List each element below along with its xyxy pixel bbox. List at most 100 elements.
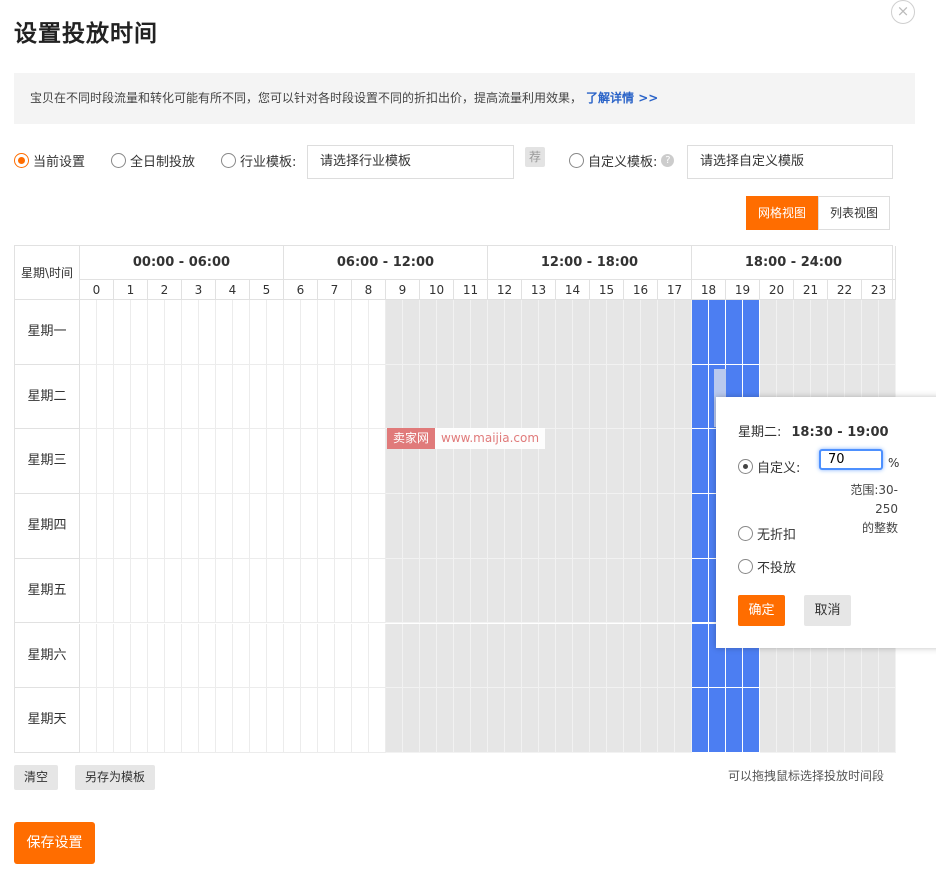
time-slot-cell[interactable] [318,494,352,559]
half-hour-slot[interactable] [488,558,505,623]
popup-option-no-delivery[interactable]: 不投放 [738,557,796,576]
half-hour-slot[interactable] [80,300,97,364]
half-hour-slot[interactable] [641,365,658,429]
time-slot-cell[interactable] [318,623,352,689]
half-hour-slot[interactable] [369,624,386,688]
time-slot-cell[interactable] [454,558,488,624]
half-hour-slot[interactable] [420,558,437,623]
time-slot-cell[interactable] [420,364,454,430]
half-hour-slot[interactable] [233,429,250,493]
time-slot-cell[interactable] [488,494,522,559]
half-hour-slot[interactable] [539,559,556,623]
time-slot-cell[interactable] [284,558,318,624]
time-slot-cell[interactable] [658,623,692,689]
half-hour-slot[interactable] [199,688,216,752]
half-hour-slot[interactable] [131,688,148,752]
half-hour-slot[interactable] [641,624,658,688]
time-slot-cell[interactable] [556,623,590,689]
half-hour-slot[interactable] [301,365,318,429]
time-slot-cell[interactable] [522,494,556,559]
half-hour-slot[interactable] [148,300,165,364]
half-hour-slot[interactable] [675,624,692,688]
half-hour-slot[interactable] [301,429,318,493]
time-slot-cell[interactable] [420,688,454,753]
half-hour-slot[interactable] [182,494,199,558]
time-slot-cell[interactable] [284,623,318,689]
half-hour-slot[interactable] [284,623,301,688]
half-hour-slot[interactable] [556,364,573,429]
half-hour-slot[interactable] [420,300,437,364]
time-slot-cell[interactable] [692,300,726,365]
half-hour-slot[interactable] [692,623,709,688]
radio-industry-icon[interactable] [221,152,236,168]
half-hour-slot[interactable] [386,494,403,558]
time-slot-cell[interactable] [148,429,182,495]
half-hour-slot[interactable] [114,364,131,429]
time-slot-cell[interactable] [386,300,420,365]
half-hour-slot[interactable] [811,688,828,752]
half-hour-slot[interactable] [573,365,590,429]
half-hour-slot[interactable] [437,559,454,623]
half-hour-slot[interactable] [692,688,709,752]
half-hour-slot[interactable] [216,364,233,429]
time-slot-cell[interactable] [454,494,488,559]
time-slot-cell[interactable] [624,429,658,495]
half-hour-slot[interactable] [335,429,352,493]
time-slot-cell[interactable] [250,558,284,624]
half-hour-slot[interactable] [165,688,182,752]
half-hour-slot[interactable] [658,558,675,623]
time-slot-cell[interactable] [590,688,624,753]
half-hour-slot[interactable] [114,300,131,364]
half-hour-slot[interactable] [539,494,556,558]
half-hour-slot[interactable] [403,494,420,558]
half-hour-slot[interactable] [675,300,692,364]
time-slot-cell[interactable] [420,494,454,559]
time-slot-cell[interactable] [658,558,692,624]
half-hour-slot[interactable] [590,558,607,623]
time-slot-cell[interactable] [862,300,896,365]
time-slot-cell[interactable] [794,300,828,365]
time-slot-cell[interactable] [352,364,386,430]
time-slot-cell[interactable] [80,623,114,689]
time-slot-cell[interactable] [624,364,658,430]
half-hour-slot[interactable] [301,688,318,752]
half-hour-slot[interactable] [284,494,301,558]
half-hour-slot[interactable] [114,688,131,752]
half-hour-slot[interactable] [148,429,165,494]
half-hour-slot[interactable] [641,494,658,558]
half-hour-slot[interactable] [590,623,607,688]
half-hour-slot[interactable] [471,624,488,688]
half-hour-slot[interactable] [726,300,743,364]
time-slot-cell[interactable] [522,300,556,365]
half-hour-slot[interactable] [131,559,148,623]
popup-radio-no-delivery-icon[interactable] [738,559,753,574]
half-hour-slot[interactable] [692,429,709,494]
time-slot-cell[interactable] [182,688,216,753]
half-hour-slot[interactable] [114,429,131,494]
half-hour-slot[interactable] [505,365,522,429]
half-hour-slot[interactable] [335,365,352,429]
time-slot-cell[interactable] [80,429,114,495]
learn-more-link[interactable]: 了解详情 >> [586,91,658,105]
half-hour-slot[interactable] [250,364,267,429]
half-hour-slot[interactable] [743,300,760,364]
time-slot-cell[interactable] [488,558,522,624]
time-slot-cell[interactable] [488,364,522,430]
half-hour-slot[interactable] [267,300,284,364]
time-slot-cell[interactable] [760,688,794,753]
half-hour-slot[interactable] [182,558,199,623]
option-custom-template[interactable]: 自定义模板: ? [569,150,675,170]
discount-input[interactable] [819,449,883,470]
half-hour-slot[interactable] [97,429,114,493]
half-hour-slot[interactable] [148,688,165,752]
half-hour-slot[interactable] [471,494,488,558]
half-hour-slot[interactable] [862,688,879,752]
popup-option-custom[interactable]: 自定义: [738,457,800,476]
half-hour-slot[interactable] [505,624,522,688]
half-hour-slot[interactable] [658,300,675,364]
half-hour-slot[interactable] [692,494,709,558]
half-hour-slot[interactable] [267,494,284,558]
half-hour-slot[interactable] [573,300,590,364]
half-hour-slot[interactable] [318,364,335,429]
half-hour-slot[interactable] [284,558,301,623]
